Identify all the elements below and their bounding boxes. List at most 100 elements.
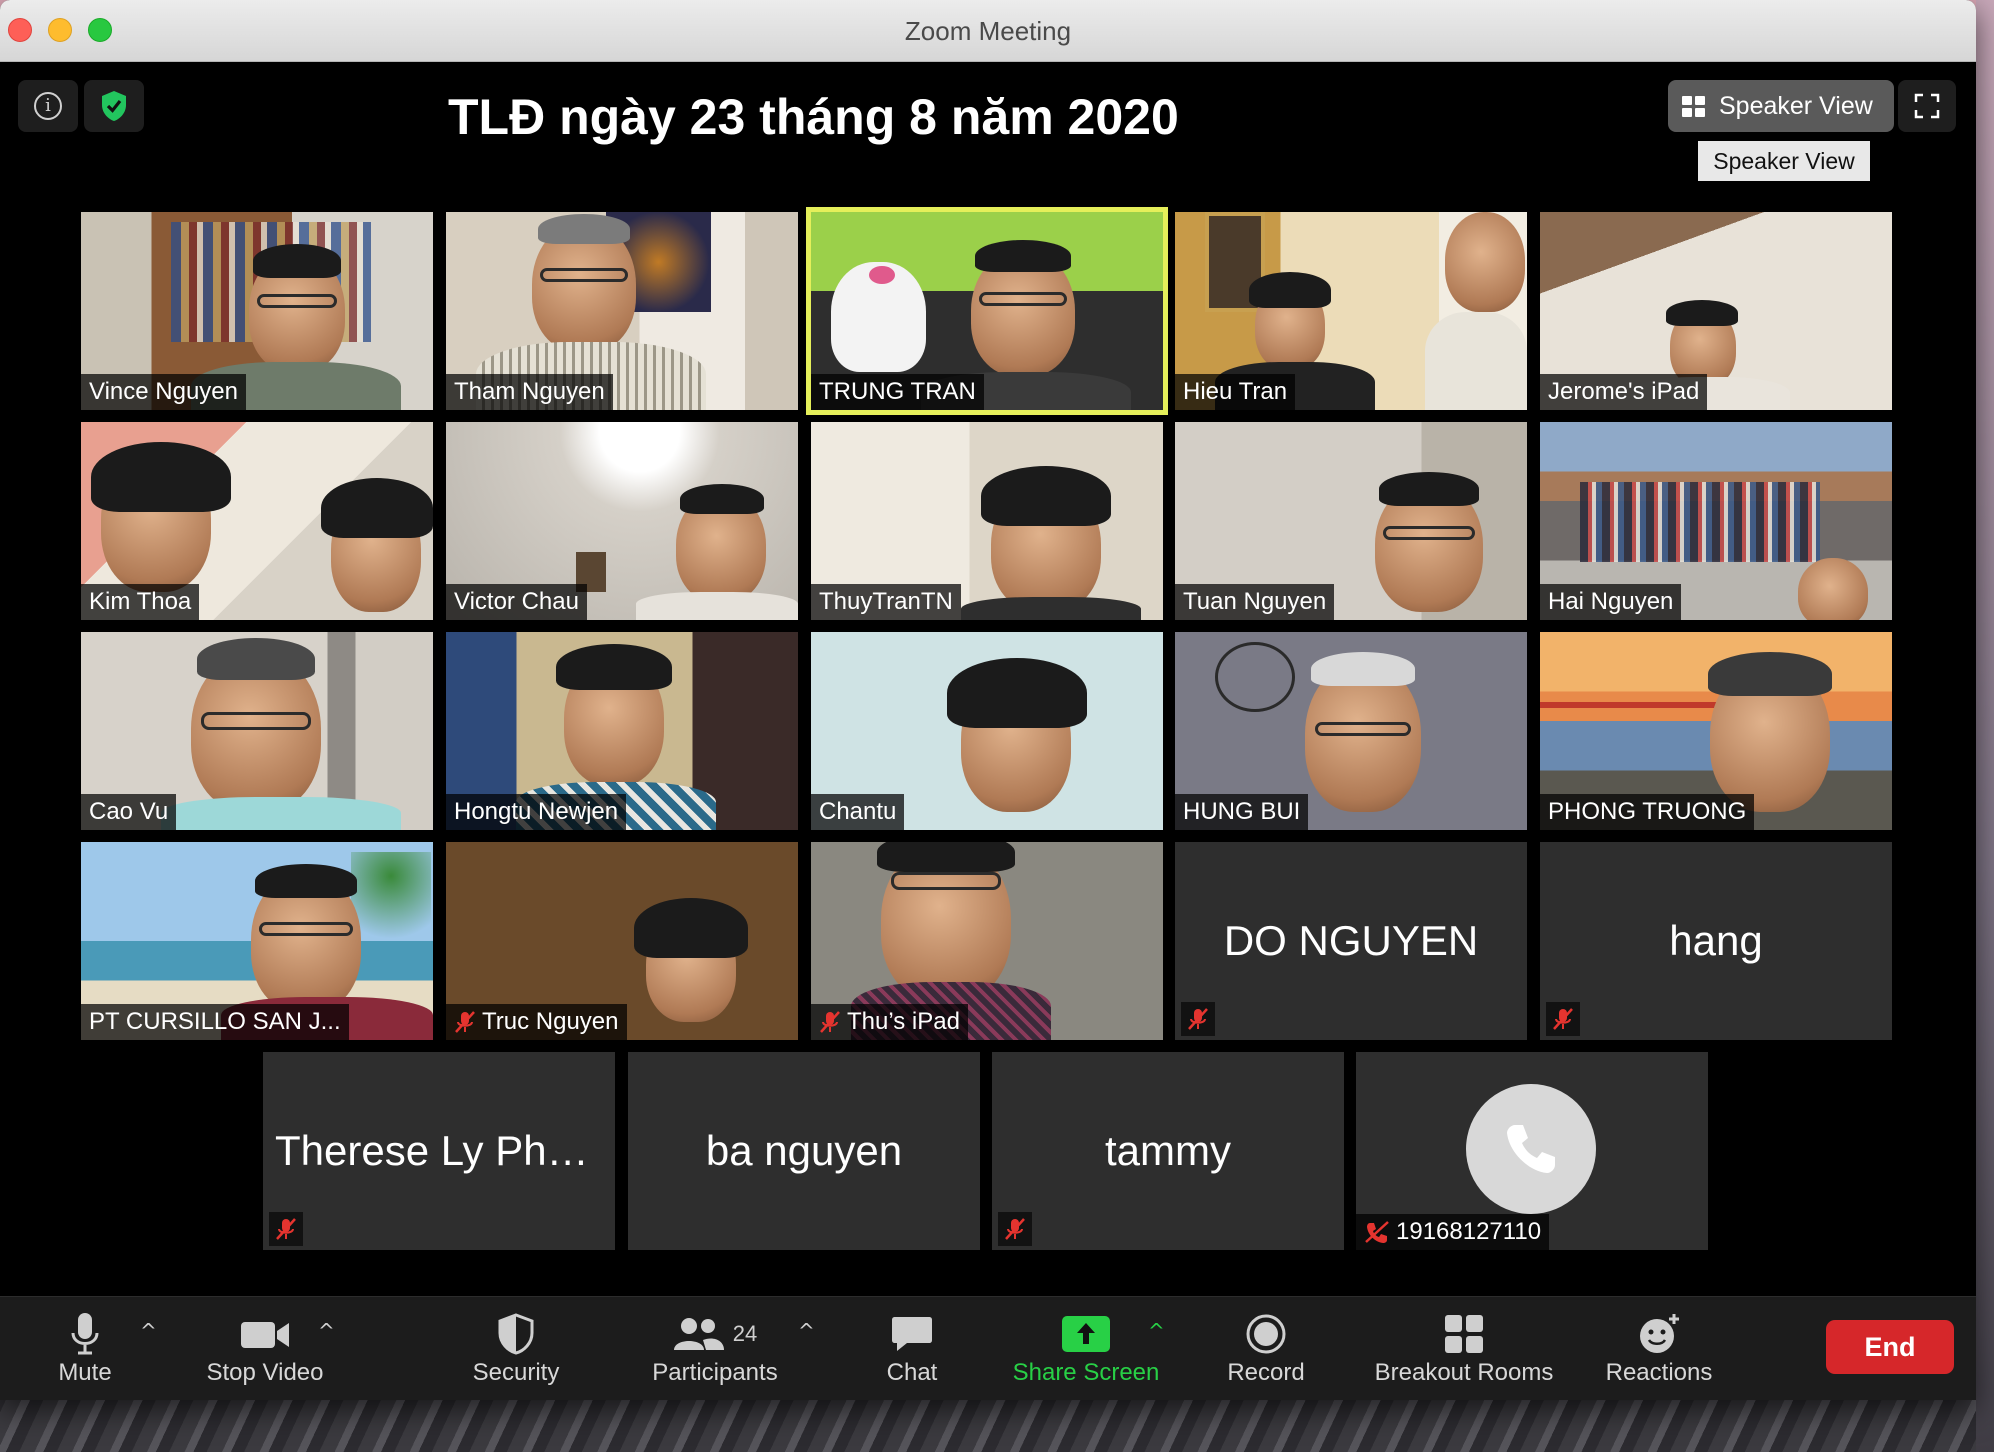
video-tile-off[interactable]: tammy: [992, 1052, 1344, 1250]
video-tile[interactable]: Cao Vu: [81, 632, 433, 830]
video-tile[interactable]: Victor Chau: [446, 422, 798, 620]
participant-hair: [975, 240, 1071, 272]
participant-name-label: TRUNG TRAN: [811, 374, 984, 410]
participant-name-label: Kim Thoa: [81, 584, 200, 620]
participant-name: Therese Ly Phu...: [275, 1127, 605, 1174]
video-tile[interactable]: Hongtu Newjen: [446, 632, 798, 830]
participant-name: PHONG TRUONG: [1548, 798, 1747, 825]
glasses: [259, 922, 353, 936]
share-screen-button[interactable]: Share Screen: [1004, 1297, 1168, 1400]
glasses: [891, 872, 1001, 890]
video-tile[interactable]: Kim Thoa: [81, 422, 433, 620]
participant-hair: [253, 244, 341, 278]
participant-hair: [1311, 652, 1415, 686]
wall-clock: [1215, 642, 1295, 712]
participant-hair: [680, 484, 764, 514]
participant-shirt: [1425, 312, 1527, 410]
video-tile[interactable]: PHONG TRUONG: [1540, 632, 1892, 830]
speaker-view-button[interactable]: Speaker View: [1668, 80, 1894, 132]
video-tile[interactable]: Hai Nguyen: [1540, 422, 1892, 620]
video-tile[interactable]: Thu’s iPad: [811, 842, 1163, 1040]
video-tile[interactable]: Truc Nguyen: [446, 842, 798, 1040]
mute-badge: [1546, 1002, 1580, 1036]
video-tile-off[interactable]: hang: [1540, 842, 1892, 1040]
participant-name-label: Thu’s iPad: [811, 1004, 968, 1040]
chat-label: Chat: [886, 1359, 938, 1386]
participant-hair: [556, 644, 672, 690]
video-options-caret[interactable]: ^: [318, 1319, 335, 1343]
participant-hair: [91, 442, 231, 512]
participant-name: Kim Thoa: [89, 588, 192, 615]
participant-hair: [1379, 472, 1479, 506]
stop-video-button[interactable]: Stop Video: [190, 1297, 340, 1400]
participant-hair: [634, 898, 748, 958]
video-tile[interactable]: Jerome's iPad: [1540, 212, 1892, 410]
participant-name: Tham Nguyen: [454, 378, 605, 405]
video-tile-off[interactable]: Therese Ly Phu...: [263, 1052, 615, 1250]
video-tile-active-speaker[interactable]: TRUNG TRAN: [806, 207, 1168, 415]
participant-name: Thu’s iPad: [847, 1008, 960, 1035]
video-tile[interactable]: Vince Nguyen: [81, 212, 433, 410]
muted-mic-icon: [820, 1011, 840, 1033]
record-button[interactable]: Record: [1218, 1297, 1314, 1400]
video-tile[interactable]: Tham Nguyen: [446, 212, 798, 410]
participant-hair: [197, 638, 315, 680]
participant-shirt: [161, 797, 401, 830]
participant-name: Truc Nguyen: [482, 1008, 619, 1035]
speaker-view-tooltip: Speaker View: [1698, 141, 1870, 181]
participant-name-label: Jerome's iPad: [1540, 374, 1708, 410]
video-tile[interactable]: PT CURSILLO SAN J...: [81, 842, 433, 1040]
muted-mic-icon: [1553, 1008, 1573, 1030]
participant-hair: [1666, 300, 1738, 326]
mute-button[interactable]: Mute: [40, 1297, 130, 1400]
security-shield-icon: [498, 1313, 534, 1355]
participant-name: Jerome's iPad: [1548, 378, 1700, 405]
participant-name-label: Hieu Tran: [1175, 374, 1296, 410]
participant-hair: [255, 864, 357, 898]
video-tile-off[interactable]: ba nguyen: [628, 1052, 980, 1250]
security-button[interactable]: Security: [460, 1297, 572, 1400]
participant-name-label: Cao Vu: [81, 794, 177, 830]
grid-view-icon: [1682, 95, 1705, 117]
chat-button[interactable]: Chat: [870, 1297, 954, 1400]
video-tile[interactable]: HUNG BUI: [1175, 632, 1527, 830]
encryption-button[interactable]: [84, 80, 144, 132]
video-camera-icon: [241, 1322, 289, 1348]
share-options-caret[interactable]: ^: [1148, 1319, 1165, 1343]
participants-button[interactable]: 24 Participants: [644, 1297, 786, 1400]
info-icon: i: [34, 92, 62, 120]
reactions-button[interactable]: Reactions: [1598, 1297, 1720, 1400]
participant-hair: [1708, 652, 1832, 696]
participant-hair: [877, 842, 1015, 872]
participant-name: 19168127110: [1396, 1218, 1542, 1245]
breakout-rooms-icon: [1445, 1315, 1483, 1353]
end-meeting-button[interactable]: End: [1826, 1320, 1954, 1374]
participant-face: [1445, 212, 1525, 312]
video-tile[interactable]: ThuyTranTN: [811, 422, 1163, 620]
participant-name-label: Hai Nguyen: [1540, 584, 1682, 620]
video-tile-phone[interactable]: 19168127110: [1356, 1052, 1708, 1250]
video-tile[interactable]: Chantu: [811, 632, 1163, 830]
participants-options-caret[interactable]: ^: [798, 1319, 815, 1343]
chat-bubble-icon: [892, 1317, 932, 1351]
window-title: Zoom Meeting: [904, 16, 1072, 46]
muted-mic-icon: [1005, 1218, 1025, 1240]
participant-name-label: Truc Nguyen: [446, 1004, 627, 1040]
audio-options-caret[interactable]: ^: [140, 1319, 157, 1343]
shield-check-icon: [102, 91, 126, 121]
participant-name-label: ThuyTranTN: [811, 584, 961, 620]
muted-phone-icon: [1365, 1221, 1389, 1243]
fullscreen-button[interactable]: [1898, 80, 1956, 132]
record-icon: [1246, 1314, 1286, 1354]
breakout-rooms-button[interactable]: Breakout Rooms: [1364, 1297, 1564, 1400]
video-tile[interactable]: Hieu Tran: [1175, 212, 1527, 410]
muted-mic-icon: [455, 1011, 475, 1033]
participant-name: ThuyTranTN: [819, 588, 953, 615]
participant-name: Chantu: [819, 798, 897, 825]
participant-face: [1798, 558, 1868, 620]
meeting-info-button[interactable]: i: [18, 80, 78, 132]
video-tile-off[interactable]: DO NGUYEN: [1175, 842, 1527, 1040]
video-tile[interactable]: Tuan Nguyen: [1175, 422, 1527, 620]
reactions-label: Reactions: [1605, 1359, 1713, 1386]
bridge: [1540, 702, 1740, 708]
